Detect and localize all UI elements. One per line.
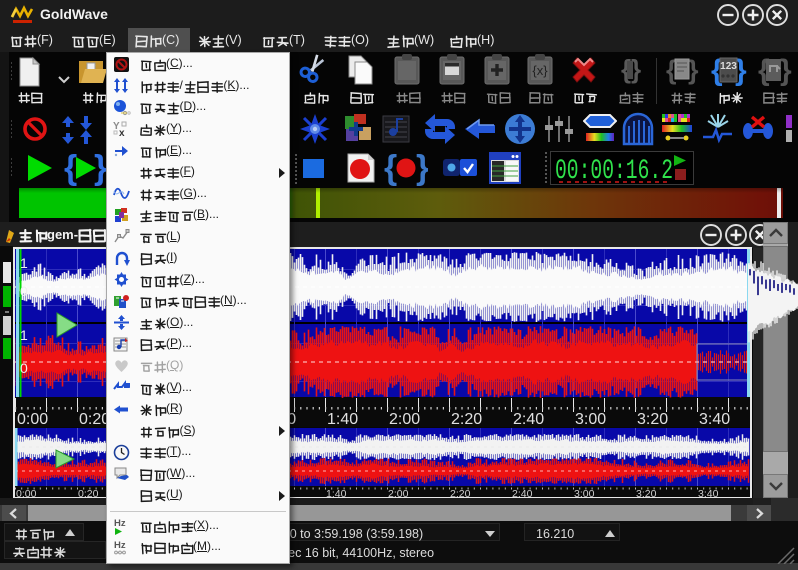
svg-text:Hz: Hz	[114, 518, 126, 529]
svg-text:}: }	[780, 54, 792, 87]
svg-text:x: x	[119, 128, 125, 138]
svg-text:0: 0	[20, 360, 28, 376]
svg-text:Hz: Hz	[114, 540, 126, 551]
svg-text:3:40: 3:40	[699, 411, 730, 428]
svg-text:{: {	[384, 150, 397, 186]
svg-text:2:00: 2:00	[389, 411, 420, 428]
svg-text:3:00: 3:00	[575, 411, 606, 428]
svg-text:123: 123	[720, 61, 737, 72]
svg-text:0:00: 0:00	[17, 411, 48, 428]
svg-text:}: }	[416, 150, 428, 186]
svg-text:1: 1	[20, 327, 28, 343]
svg-text:{: {	[64, 150, 77, 186]
svg-text:2:20: 2:20	[451, 411, 482, 428]
svg-text:{x}: {x}	[532, 63, 548, 78]
svg-text:00:00:16.2: 00:00:16.2	[555, 156, 673, 184]
svg-text:2:40: 2:40	[513, 411, 544, 428]
svg-text:1:40: 1:40	[327, 411, 358, 428]
svg-text:1: 1	[20, 255, 28, 271]
svg-text:}: }	[688, 55, 699, 85]
svg-text:3:20: 3:20	[637, 411, 668, 428]
svg-text:0: 0	[20, 283, 28, 299]
